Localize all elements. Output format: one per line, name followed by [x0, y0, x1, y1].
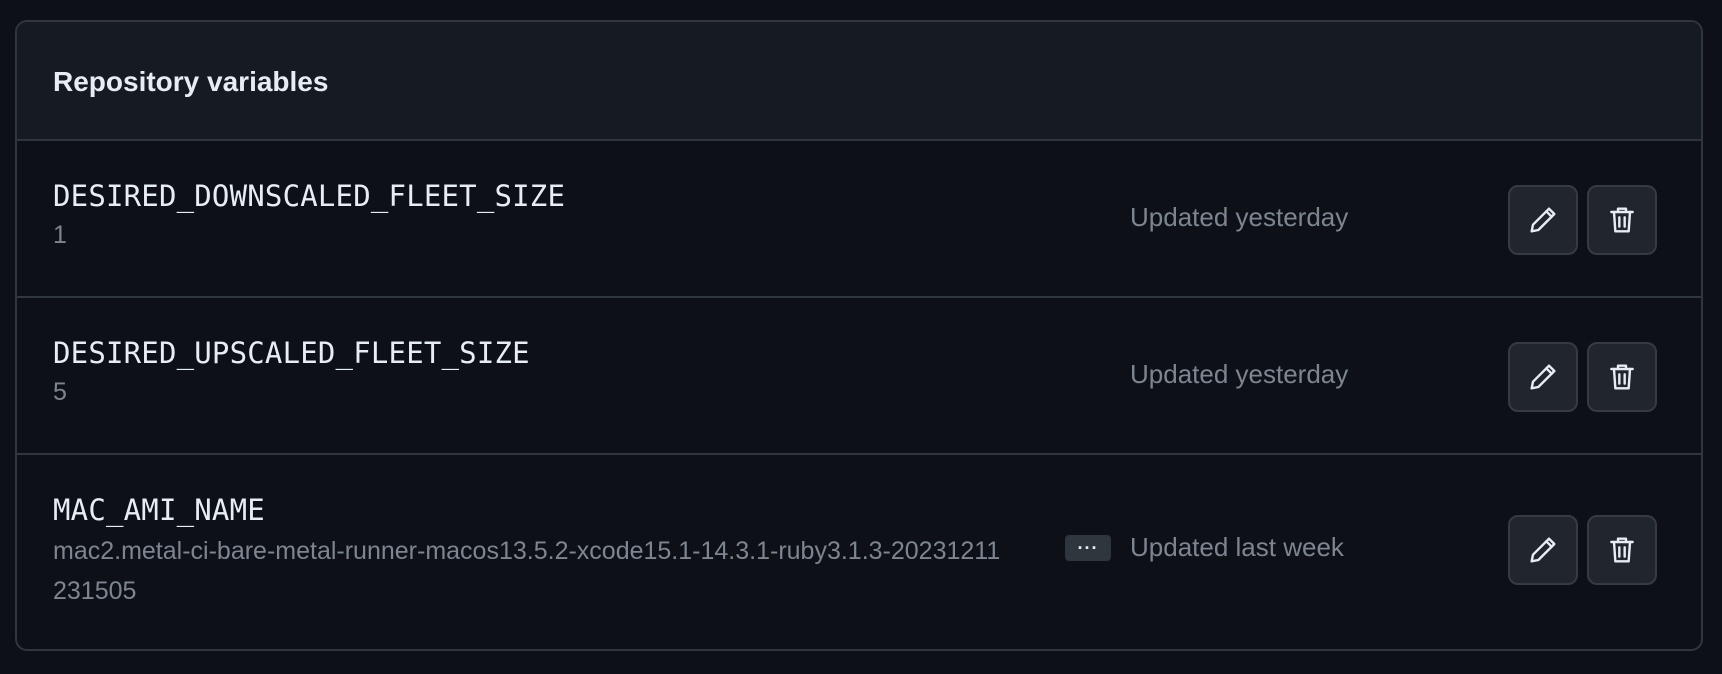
- variable-name: DESIRED_DOWNSCALED_FLEET_SIZE: [53, 179, 566, 213]
- trash-icon: [1610, 364, 1634, 390]
- updated-timestamp: Updated yesterday: [1130, 202, 1349, 232]
- delete-variable-button[interactable]: [1587, 185, 1657, 255]
- panel-header: Repository variables: [17, 22, 1701, 141]
- pencil-icon: [1530, 207, 1556, 233]
- variable-row: DESIRED_DOWNSCALED_FLEET_SIZE 1 Updated …: [17, 141, 1701, 298]
- edit-variable-button[interactable]: [1508, 185, 1578, 255]
- edit-variable-button[interactable]: [1508, 342, 1578, 412]
- delete-variable-button[interactable]: [1587, 342, 1657, 412]
- panel-title: Repository variables: [53, 65, 329, 97]
- pencil-icon: [1530, 364, 1556, 390]
- edit-variable-button[interactable]: [1508, 515, 1578, 585]
- variable-name: DESIRED_UPSCALED_FLEET_SIZE: [53, 336, 530, 370]
- variable-value: 5: [53, 378, 67, 406]
- trash-icon: [1610, 207, 1634, 233]
- variable-value: 1: [53, 221, 67, 249]
- variable-row: DESIRED_UPSCALED_FLEET_SIZE 5 Updated ye…: [17, 298, 1701, 455]
- pencil-icon: [1530, 537, 1556, 563]
- variable-value: mac2.metal-ci-bare-metal-runner-macos13.…: [53, 537, 1001, 605]
- trash-icon: [1610, 537, 1634, 563]
- updated-timestamp: Updated last week: [1130, 532, 1344, 562]
- variable-row: MAC_AMI_NAME mac2.metal-ci-bare-metal-ru…: [17, 455, 1701, 649]
- delete-variable-button[interactable]: [1587, 515, 1657, 585]
- repository-variables-panel: Repository variables DESIRED_DOWNSCALED_…: [15, 20, 1703, 651]
- updated-timestamp: Updated yesterday: [1130, 359, 1349, 389]
- show-full-value-button[interactable]: ···: [1065, 535, 1111, 561]
- variable-name: MAC_AMI_NAME: [53, 493, 265, 527]
